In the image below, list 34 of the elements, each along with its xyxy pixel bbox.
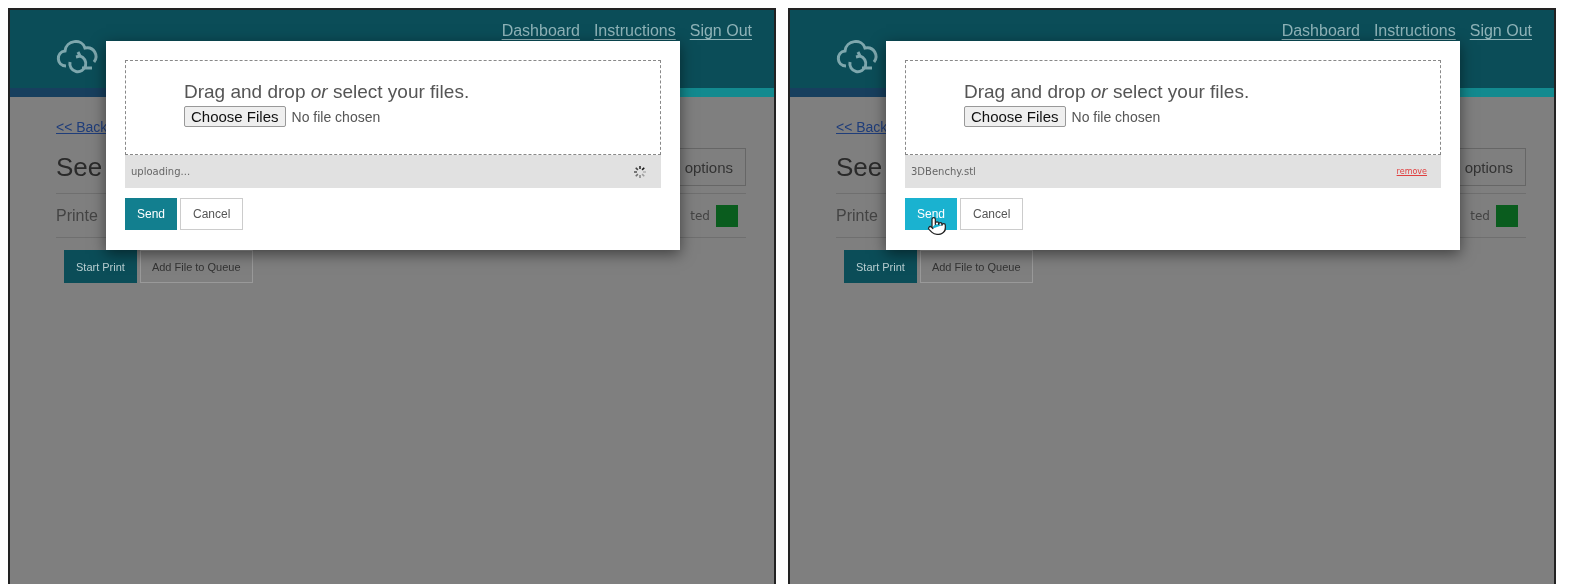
- nav-link[interactable]: Dashboard: [1281, 22, 1360, 40]
- file-status: No file chosen: [1071, 108, 1161, 125]
- page-title: See: [56, 151, 103, 183]
- cancel-button[interactable]: Cancel: [180, 198, 244, 230]
- status-text: ted: [1470, 208, 1490, 223]
- back-link[interactable]: << Back: [836, 119, 888, 135]
- cancel-button[interactable]: Cancel: [960, 198, 1024, 230]
- add-to-queue-button[interactable]: Add File to Queue: [919, 250, 1033, 283]
- printer-label: Printe: [56, 206, 98, 225]
- drop-prompt: Drag and drop or select your files.: [964, 81, 1251, 103]
- remove-link[interactable]: remove: [1396, 167, 1427, 176]
- drop-prompt: Drag and drop or select your files.: [184, 81, 471, 103]
- file-status: No file chosen: [291, 108, 381, 125]
- page-title: See: [836, 151, 883, 183]
- loading-spinner-icon: [633, 164, 647, 179]
- choose-files-button[interactable]: Choose Files: [964, 106, 1066, 127]
- upload-status: uploading...: [131, 166, 191, 177]
- nav-link[interactable]: Instructions: [1373, 22, 1456, 40]
- status-indicator: [1496, 204, 1518, 227]
- choose-files-button[interactable]: Choose Files: [184, 106, 286, 127]
- add-to-queue-button[interactable]: Add File to Queue: [139, 250, 253, 283]
- file-name: 3DBenchy.stl: [911, 166, 976, 177]
- hand-cursor-icon: [927, 216, 947, 236]
- nav-link[interactable]: Sign Out: [1469, 22, 1532, 40]
- start-print-button[interactable]: Start Print: [844, 250, 917, 283]
- printer-label: Printe: [836, 206, 878, 225]
- send-button[interactable]: Send: [125, 198, 178, 230]
- nav-link[interactable]: Dashboard: [501, 22, 580, 40]
- back-link[interactable]: << Back: [56, 119, 108, 135]
- status-indicator: [716, 204, 738, 227]
- nav-link[interactable]: Instructions: [593, 22, 676, 40]
- start-print-button[interactable]: Start Print: [64, 250, 137, 283]
- nav-link[interactable]: Sign Out: [689, 22, 752, 40]
- status-text: ted: [690, 208, 710, 223]
